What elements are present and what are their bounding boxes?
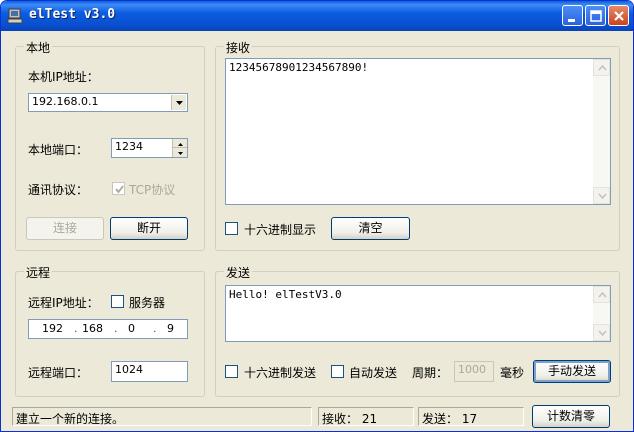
protocol-label: 通讯协议： xyxy=(28,183,89,197)
remote-ip-input[interactable]: 192 . 168 . 0 . 9 xyxy=(28,319,188,339)
period-value: 1000 xyxy=(458,363,486,376)
spin-up-button[interactable] xyxy=(173,139,187,148)
remote-ip-label: 远程IP地址： xyxy=(28,296,99,310)
receive-group-label: 接收 xyxy=(224,39,253,56)
send-content: Hello! elTestV3.0 xyxy=(229,288,342,301)
local-ip-value: 192.168.0.1 xyxy=(32,95,99,108)
local-group-label: 本地 xyxy=(24,39,53,56)
send-count: 发送： 17 xyxy=(418,407,524,426)
auto-send-label: 自动发送 xyxy=(349,366,398,380)
chevron-down-icon xyxy=(176,101,183,105)
hex-send-label: 十六进制发送 xyxy=(244,366,317,380)
remote-group-label: 远程 xyxy=(24,264,53,281)
local-port-spinner[interactable]: 1234 xyxy=(111,138,188,158)
remote-port-input[interactable]: 1024 xyxy=(111,361,188,382)
send-textarea[interactable]: Hello! elTestV3.0 xyxy=(225,285,611,342)
receive-textarea[interactable]: 12345678901234567890! xyxy=(225,58,611,205)
connect-button[interactable]: 连接 xyxy=(26,217,104,240)
receive-content: 12345678901234567890! xyxy=(229,61,369,74)
client-area: 本地 本机IP地址： 192.168.0.1 本地端口： 1234 通讯协议： … xyxy=(4,31,630,431)
ms-label: 毫秒 xyxy=(500,366,525,380)
close-icon xyxy=(614,11,624,21)
minimize-icon xyxy=(568,19,575,22)
period-label: 周期： xyxy=(412,366,449,380)
ip-octet-1[interactable]: 192 xyxy=(42,322,63,335)
checkmark-icon xyxy=(115,185,124,194)
local-ip-combo[interactable]: 192.168.0.1 xyxy=(28,93,188,112)
disconnect-button[interactable]: 断开 xyxy=(110,217,188,240)
server-label: 服务器 xyxy=(129,296,166,310)
ip-octet-3[interactable]: 0 xyxy=(128,322,135,335)
manual-send-button[interactable]: 手动发送 xyxy=(533,360,611,383)
chevron-up-icon xyxy=(598,65,607,71)
ip-dot: . xyxy=(74,322,78,335)
tcp-checkbox[interactable] xyxy=(112,182,125,195)
ip-dot: . xyxy=(153,322,157,335)
hex-send-checkbox[interactable] xyxy=(225,365,238,378)
title-bar[interactable]: elTest v3.0 xyxy=(1,1,633,31)
tcp-label: TCP协议 xyxy=(129,183,176,197)
maximize-icon xyxy=(590,10,602,22)
scroll-up-button[interactable] xyxy=(593,59,610,76)
hex-display-checkbox[interactable] xyxy=(225,222,238,235)
auto-send-checkbox[interactable] xyxy=(331,365,344,378)
scroll-up-button[interactable] xyxy=(593,286,610,303)
status-message: 建立一个新的连接。 xyxy=(12,407,312,426)
status-bar: 建立一个新的连接。 接收： 21 发送： 17 计数清零 xyxy=(4,405,630,429)
server-checkbox[interactable] xyxy=(111,295,124,308)
close-button[interactable] xyxy=(608,5,629,26)
scroll-down-button[interactable] xyxy=(593,187,610,204)
period-input[interactable]: 1000 xyxy=(454,361,494,382)
port-spin-buttons[interactable] xyxy=(172,139,187,157)
chevron-down-icon xyxy=(598,193,607,199)
dropdown-button[interactable] xyxy=(171,95,186,110)
local-port-value: 1234 xyxy=(115,140,143,153)
receive-scrollbar[interactable] xyxy=(593,59,610,204)
ip-octet-2[interactable]: 168 xyxy=(82,322,103,335)
ip-dot: . xyxy=(114,322,118,335)
chevron-down-icon xyxy=(598,330,607,336)
reset-count-button[interactable]: 计数清零 xyxy=(532,405,610,428)
app-window: elTest v3.0 本地 本机IP地址： 192.168.0.1 本地端口：… xyxy=(0,0,634,432)
window-title: elTest v3.0 xyxy=(29,7,116,22)
receive-count: 接收： 21 xyxy=(318,407,414,426)
maximize-button[interactable] xyxy=(585,5,606,26)
spin-down-button[interactable] xyxy=(173,148,187,157)
local-port-label: 本地端口： xyxy=(28,143,89,157)
app-icon xyxy=(7,8,23,24)
spin-down-icon xyxy=(178,152,183,155)
chevron-up-icon xyxy=(598,292,607,298)
minimize-button[interactable] xyxy=(562,5,583,26)
hex-display-label: 十六进制显示 xyxy=(244,223,317,237)
ip-octet-4[interactable]: 9 xyxy=(167,322,174,335)
send-scrollbar[interactable] xyxy=(593,286,610,341)
scroll-down-button[interactable] xyxy=(593,324,610,341)
remote-port-value: 1024 xyxy=(115,363,143,376)
remote-port-label: 远程端口： xyxy=(28,366,89,380)
send-group-label: 发送 xyxy=(224,264,253,281)
clear-button[interactable]: 清空 xyxy=(331,217,410,240)
local-ip-label: 本机IP地址： xyxy=(28,70,99,84)
